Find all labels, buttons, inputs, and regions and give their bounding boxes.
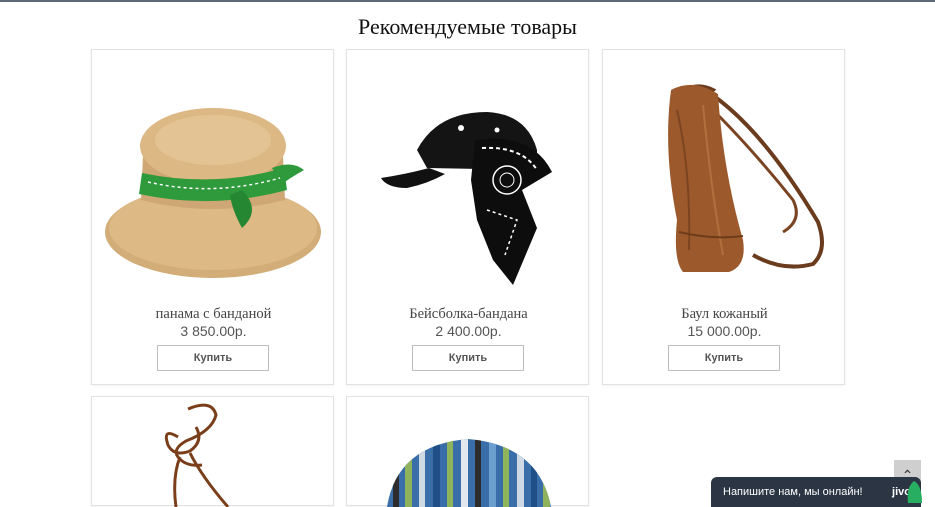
product-name[interactable]: Баул кожаный [603, 306, 846, 323]
product-name[interactable]: панама с банданой [92, 306, 335, 323]
product-card[interactable] [91, 396, 335, 507]
section-title: Рекомендуемые товары [358, 14, 577, 39]
product-image-knit-beret[interactable] [347, 397, 590, 507]
product-card[interactable]: Баул кожаный 15 000.00р. Купить [602, 49, 845, 385]
buy-button[interactable]: Купить [668, 345, 780, 371]
product-image-leather-bag[interactable] [603, 50, 846, 300]
product-price: 3 850.00р. [180, 323, 247, 339]
product-name[interactable]: Бейсболка-бандана [347, 306, 590, 323]
buy-button[interactable]: Купить [157, 345, 269, 371]
product-price: 2 400.00р. [435, 323, 502, 339]
product-card[interactable]: Бейсболка-бандана 2 400.00р. Купить [346, 49, 589, 385]
product-price: 15 000.00р. [687, 323, 762, 339]
product-card[interactable] [346, 396, 590, 507]
buy-button[interactable]: Купить [412, 345, 524, 371]
top-border [0, 0, 935, 2]
product-image-panama[interactable] [92, 50, 335, 300]
product-image-leather-cord[interactable] [92, 397, 335, 507]
product-card[interactable]: панама с банданой 3 850.00р. Купить [91, 49, 334, 385]
product-image-bandana-cap[interactable] [347, 50, 590, 300]
chat-prompt-text: Напишите нам, мы онлайн! [723, 486, 863, 498]
chat-status-icon [907, 481, 922, 503]
